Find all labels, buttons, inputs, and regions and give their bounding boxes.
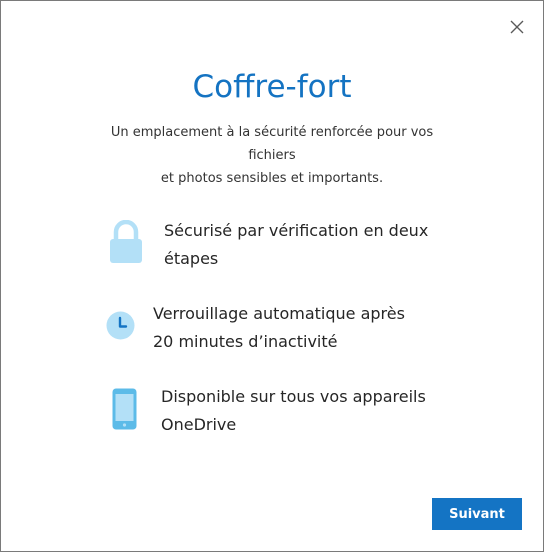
- feature-1-line-1: Sécurisé par vérification en deux: [164, 221, 429, 240]
- close-button[interactable]: [509, 19, 525, 35]
- feature-3-line-1: Disponible sur tous vos appareils: [161, 387, 426, 406]
- phone-icon: [112, 388, 137, 434]
- subtitle-line-1: Un emplacement à la sécurité renforcée p…: [110, 125, 434, 163]
- feature-2-line-2: 20 minutes d’inactivité: [153, 332, 338, 351]
- feature-2-line-1: Verrouillage automatique après: [153, 304, 405, 323]
- feature-3-line-2: OneDrive: [161, 415, 237, 434]
- vault-dialog: Coffre-fort Un emplacement à la sécurité…: [0, 0, 544, 552]
- next-button[interactable]: Suivant: [432, 498, 522, 530]
- close-icon: [510, 20, 524, 34]
- subtitle-line-2: et photos sensibles et importants.: [160, 171, 384, 186]
- dialog-title: Coffre-fort: [192, 69, 352, 105]
- lock-icon: [109, 219, 143, 268]
- feature-1-line-2: étapes: [164, 249, 219, 268]
- dialog-subtitle: Un emplacement à la sécurité renforcée p…: [91, 121, 453, 190]
- clock-icon: [106, 311, 135, 344]
